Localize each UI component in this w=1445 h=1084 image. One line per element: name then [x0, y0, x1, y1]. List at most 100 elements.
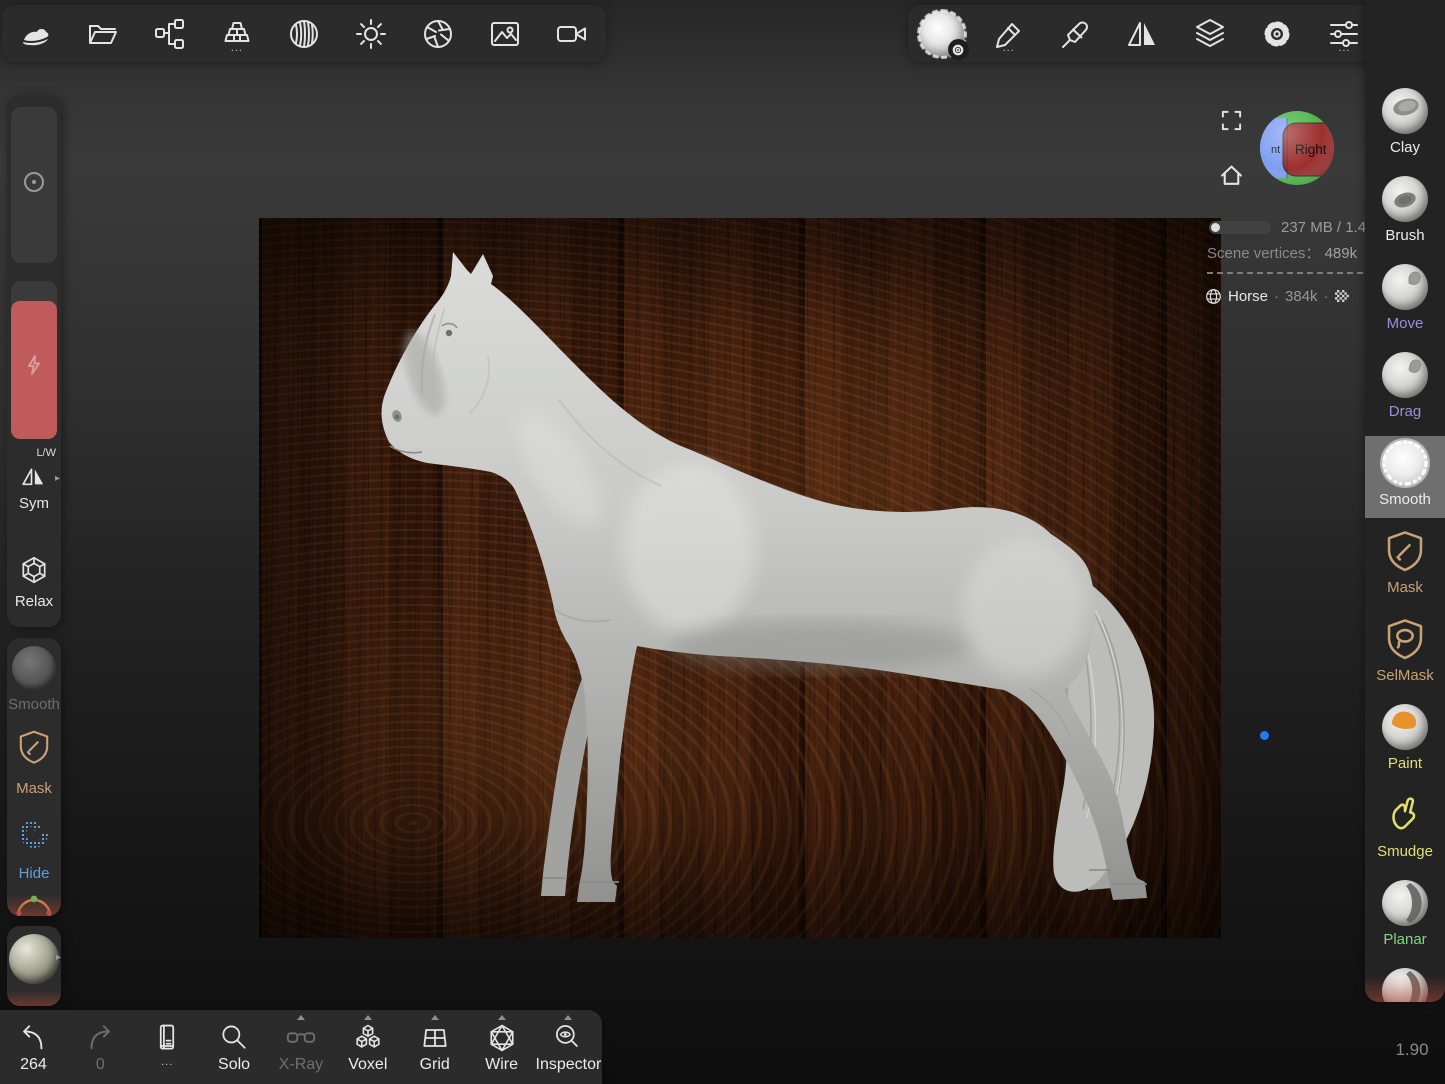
scene-vertices-value: 489k [1325, 245, 1358, 262]
tool-label: Smudge [1377, 843, 1433, 860]
active-tool-button[interactable] [909, 5, 975, 62]
app-logo-button[interactable] [3, 5, 69, 62]
intensity-lightning-icon [22, 353, 46, 377]
tool-smudge[interactable]: Smudge [1365, 788, 1445, 876]
redo-button[interactable]: 0 [67, 1010, 133, 1084]
painting-settings-button[interactable] [1043, 5, 1109, 62]
radius-icon [21, 169, 47, 195]
gizmo-shortcut-button[interactable] [7, 892, 61, 916]
matcap-sphere [9, 934, 59, 984]
tool-planar[interactable]: Planar [1365, 876, 1445, 964]
postprocess-aperture-icon [420, 16, 456, 52]
mask-shortcut-button[interactable] [7, 728, 61, 766]
wire-button[interactable]: Wire [469, 1010, 535, 1084]
tool-mask[interactable]: Mask [1365, 524, 1445, 612]
tool-move[interactable]: Move [1365, 260, 1445, 348]
tool-selmask[interactable]: SelMask [1365, 612, 1445, 700]
hide-dotted-icon [14, 814, 54, 854]
lighting-sun-icon [353, 16, 389, 52]
smooth-shortcut-button[interactable] [7, 646, 61, 690]
drag-thumbnail [1382, 352, 1428, 398]
voxel-caret [364, 1015, 372, 1020]
mask-shield-icon [15, 728, 53, 766]
left-material-panel[interactable]: ▸ [7, 926, 61, 1006]
solo-button[interactable]: Solo [201, 1010, 267, 1084]
home-view-button[interactable] [1219, 163, 1244, 193]
xray-button[interactable]: X-Ray [268, 1010, 334, 1084]
voxel-label: Voxel [348, 1056, 387, 1074]
undo-button[interactable]: 264 [0, 1010, 66, 1084]
fullscreen-icon [1220, 109, 1243, 132]
solo-magnifier-icon [218, 1022, 250, 1054]
orientation-ball[interactable]: nt Right [1259, 110, 1335, 186]
open-file-button[interactable] [70, 5, 136, 62]
tool-label: Planar [1383, 931, 1426, 948]
material-sphere-icon [286, 16, 322, 52]
mask-thumbnail [1382, 528, 1428, 574]
tool-flatten-partial[interactable] [1365, 964, 1445, 1002]
intensity-slider[interactable] [11, 281, 57, 439]
inspector-caret [564, 1015, 572, 1020]
viewport-wood-background[interactable] [259, 218, 1221, 938]
fullscreen-button[interactable] [1220, 109, 1243, 137]
move-thumbnail [1382, 264, 1428, 310]
grid-caret [431, 1015, 439, 1020]
grid-label: Grid [420, 1056, 450, 1074]
radius-slider[interactable] [11, 107, 57, 263]
postprocess-button[interactable] [405, 5, 471, 62]
sym-button[interactable] [7, 461, 61, 491]
stylus-settings-button[interactable]: ... [976, 5, 1042, 62]
tool-smooth-selected[interactable]: Smooth [1365, 436, 1445, 518]
hide-shortcut-button[interactable] [7, 814, 61, 854]
undo-icon [16, 1022, 50, 1054]
voxel-button[interactable]: Voxel [335, 1010, 401, 1084]
sym-label: Sym [7, 495, 61, 512]
tool-paint[interactable]: Paint [1365, 700, 1445, 788]
object-row[interactable]: Horse · 384k · [1205, 288, 1349, 305]
gizmo-icon [12, 892, 56, 916]
material-button[interactable] [271, 5, 337, 62]
layers-button[interactable] [1177, 5, 1243, 62]
wire-label: Wire [485, 1056, 518, 1074]
brush-thumbnail [1382, 176, 1428, 222]
tool-label: Clay [1390, 139, 1420, 156]
tool-label: Drag [1389, 403, 1422, 420]
scene-vertices-label: Scene vertices： [1207, 245, 1320, 262]
undo-count: 264 [20, 1056, 47, 1074]
cursor-dot [1260, 731, 1269, 740]
settings-button[interactable] [1244, 5, 1310, 62]
scene-graph-icon [152, 16, 188, 52]
lighting-button[interactable] [338, 5, 404, 62]
camera-button[interactable] [539, 5, 605, 62]
horse-model[interactable] [259, 218, 1221, 938]
background-image-icon [487, 16, 523, 52]
relax-button[interactable] [7, 553, 61, 587]
multires-button[interactable]: ... [204, 5, 270, 62]
symmetry-button[interactable] [1110, 5, 1176, 62]
open-folder-icon [85, 16, 121, 52]
dot-separator: · [1324, 288, 1329, 305]
redo-icon [83, 1022, 117, 1054]
background-button[interactable] [472, 5, 538, 62]
tool-clay[interactable]: Clay [1365, 84, 1445, 172]
scene-graph-button[interactable] [137, 5, 203, 62]
smudge-thumbnail [1382, 792, 1428, 838]
tool-label: Brush [1385, 227, 1424, 244]
tool-drag[interactable]: Drag [1365, 348, 1445, 436]
relax-label: Relax [7, 593, 61, 610]
history-button[interactable]: ... [134, 1010, 200, 1084]
panel-scroll-fade [7, 990, 61, 1006]
xray-label: X-Ray [279, 1056, 323, 1074]
settings-gear-icon [1259, 16, 1295, 52]
xray-glasses-icon [284, 1022, 318, 1054]
memory-gauge[interactable] [1209, 221, 1271, 234]
inspector-button[interactable]: Inspector [535, 1010, 601, 1084]
grid-button[interactable]: Grid [402, 1010, 468, 1084]
tool-brush[interactable]: Brush [1365, 172, 1445, 260]
inspector-label: Inspector [536, 1056, 602, 1074]
redo-count: 0 [96, 1056, 105, 1074]
material-expand-caret[interactable]: ▸ [56, 952, 61, 963]
multires-more-dots: ... [204, 43, 270, 53]
app-window: ... [0, 0, 1445, 1084]
version-label: 1.90 [1390, 1040, 1434, 1060]
